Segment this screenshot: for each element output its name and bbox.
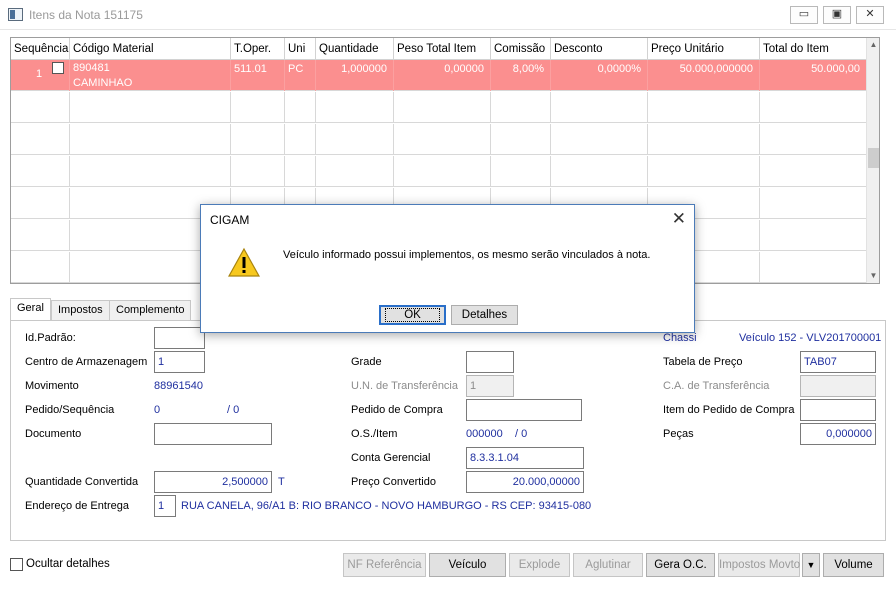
details-button[interactable]: Detalhes <box>451 305 518 325</box>
row-checkbox[interactable] <box>52 62 64 74</box>
un-transferencia-field: 1 <box>466 375 514 397</box>
col-header-preco-unitario[interactable]: Preço Unitário <box>648 38 760 60</box>
os-item-label: O.S./Item <box>351 428 398 440</box>
cell-uni: PC <box>288 63 304 75</box>
cell-quantidade: 1,000000 <box>341 63 387 75</box>
item-pedido-compra-field[interactable] <box>800 399 876 421</box>
col-header-comissao[interactable]: Comissão <box>491 38 551 60</box>
item-pedido-compra-label: Item do Pedido de Compra <box>663 404 795 416</box>
cell-codigo: 890481 <box>73 62 110 74</box>
centro-armazenagem-field[interactable]: 1 <box>154 351 205 373</box>
quantidade-convertida-field[interactable]: 2,500000 <box>154 471 272 493</box>
dialog-title: CIGAM <box>210 213 250 227</box>
volume-button[interactable]: Volume <box>823 553 884 577</box>
movimento-label: Movimento <box>25 380 79 392</box>
title-bar: Itens da Nota 151175 ▭ ▣ ✕ <box>0 0 896 30</box>
os-value: 000000 <box>466 428 503 440</box>
endereco-entrega-label: Endereço de Entrega <box>25 500 129 512</box>
gera-oc-button[interactable]: Gera O.C. <box>646 553 715 577</box>
col-header-total-do-item[interactable]: Total do Item <box>760 38 867 60</box>
tab-complemento[interactable]: Complemento <box>109 300 192 320</box>
col-header-peso-total-item[interactable]: Peso Total Item <box>394 38 491 60</box>
veiculo-button[interactable]: Veículo <box>429 553 506 577</box>
preco-convertido-field[interactable]: 20.000,00000 <box>466 471 584 493</box>
table-row-selected[interactable]: 1 890481 CAMINHAO 511.01 PC 1,000000 0,0… <box>11 60 867 91</box>
pedido-compra-label: Pedido de Compra <box>351 404 443 416</box>
message-dialog: CIGAM ✕ Veículo informado possui impleme… <box>200 204 695 333</box>
cell-total: 50.000,00 <box>811 63 860 75</box>
centro-armazenagem-label: Centro de Armazenagem <box>25 356 148 368</box>
warning-icon <box>228 247 260 277</box>
scroll-thumb[interactable] <box>868 148 879 168</box>
grade-label: Grade <box>351 356 382 368</box>
ocultar-detalhes-label[interactable]: Ocultar detalhes <box>26 558 110 570</box>
endereco-entrega-text: RUA CANELA, 96/A1 B: RIO BRANCO - NOVO H… <box>181 500 592 512</box>
grid-vertical-scrollbar[interactable]: ▲ ▼ <box>866 38 879 283</box>
window-title: Itens da Nota 151175 <box>29 8 143 22</box>
impostos-movto-button[interactable]: Impostos Movto <box>718 553 800 577</box>
cell-t-oper: 511.01 <box>234 63 267 75</box>
grid-header: Sequência Código Material T.Oper. Uni Qu… <box>11 38 867 60</box>
sequencia-value: / 0 <box>227 404 240 416</box>
chassi-label: Chassi <box>663 332 697 344</box>
documento-field[interactable] <box>154 423 272 445</box>
scroll-down-icon[interactable]: ▼ <box>867 269 879 283</box>
cell-sequencia: 1 <box>36 68 43 80</box>
col-header-quantidade[interactable]: Quantidade <box>316 38 394 60</box>
ok-button[interactable]: OK <box>379 305 446 325</box>
pecas-label: Peças <box>663 428 694 440</box>
cell-comissao: 8,00% <box>512 63 544 75</box>
movimento-value: 88961540 <box>154 380 203 392</box>
chassi-value: Veículo 152 - VLV201700001 <box>739 332 882 344</box>
conta-gerencial-label: Conta Gerencial <box>351 452 431 464</box>
preco-convertido-label: Preço Convertido <box>351 476 436 488</box>
cell-desconto: 0,0000% <box>597 63 641 75</box>
endereco-entrega-field[interactable]: 1 <box>154 495 176 517</box>
ca-transferencia-label: C.A. de Transferência <box>663 380 770 392</box>
maximize-button[interactable]: ▣ <box>823 6 851 24</box>
nf-referencia-button[interactable]: NF Referência <box>343 553 426 577</box>
un-transferencia-label: U.N. de Transferência <box>351 380 458 392</box>
table-row-empty[interactable] <box>11 92 867 123</box>
table-row-empty[interactable] <box>11 156 867 187</box>
more-options-dropdown-button[interactable]: ▼ <box>802 553 820 577</box>
ca-transferencia-field <box>800 375 876 397</box>
table-row-empty[interactable] <box>11 124 867 155</box>
col-header-desconto[interactable]: Desconto <box>551 38 648 60</box>
quantidade-convertida-label: Quantidade Convertida <box>25 476 139 488</box>
minimize-button[interactable]: ▭ <box>790 6 818 24</box>
pedido-sequencia-label: Pedido/Sequência <box>25 404 115 416</box>
ok-button-label: OK <box>385 308 440 322</box>
tabela-preco-label: Tabela de Preço <box>663 356 743 368</box>
pecas-field[interactable]: 0,000000 <box>800 423 876 445</box>
cell-peso: 0,00000 <box>444 63 484 75</box>
conta-gerencial-field[interactable]: 8.3.3.1.04 <box>466 447 584 469</box>
dialog-message: Veículo informado possui implementos, os… <box>283 249 651 261</box>
documento-label: Documento <box>25 428 82 440</box>
pedido-compra-field[interactable] <box>466 399 582 421</box>
close-window-button[interactable]: ✕ <box>856 6 884 24</box>
app-window-icon <box>8 8 23 21</box>
tab-impostos[interactable]: Impostos <box>51 300 110 320</box>
quantidade-convertida-unit: T <box>278 476 285 488</box>
col-header-codigo-material[interactable]: Código Material <box>70 38 231 60</box>
id-padrao-field[interactable] <box>154 327 205 349</box>
col-header-t-oper[interactable]: T.Oper. <box>231 38 285 60</box>
col-header-uni[interactable]: Uni <box>285 38 316 60</box>
tabela-preco-field[interactable]: TAB07 <box>800 351 876 373</box>
cell-preco-unitario: 50.000,000000 <box>679 63 753 75</box>
id-padrao-label: Id.Padrão: <box>25 332 76 344</box>
col-header-sequencia[interactable]: Sequência <box>11 38 70 60</box>
ocultar-detalhes-checkbox[interactable] <box>10 558 23 571</box>
explode-button[interactable]: Explode <box>509 553 570 577</box>
grade-field[interactable] <box>466 351 514 373</box>
pedido-value: 0 <box>154 404 161 416</box>
tab-geral[interactable]: Geral <box>10 298 51 321</box>
scroll-up-icon[interactable]: ▲ <box>867 38 879 52</box>
cell-descricao: CAMINHAO <box>73 77 133 89</box>
dialog-close-icon[interactable]: ✕ <box>672 209 686 229</box>
aglutinar-button[interactable]: Aglutinar <box>573 553 643 577</box>
os-item-value: / 0 <box>515 428 528 440</box>
